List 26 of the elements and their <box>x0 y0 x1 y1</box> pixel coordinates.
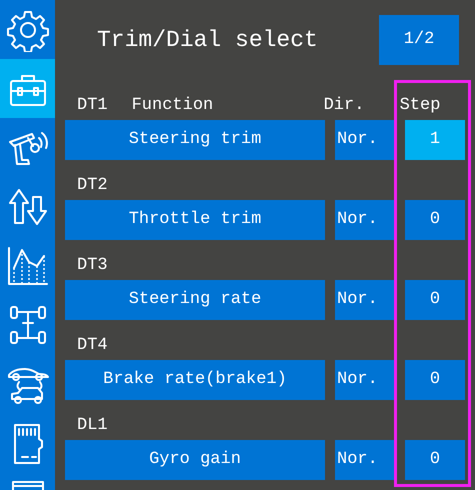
direction-field[interactable]: Nor. <box>335 200 395 240</box>
sidebar-item[interactable] <box>0 59 55 118</box>
step-field[interactable]: 0 <box>405 280 465 320</box>
channel-label: DT4 <box>77 337 108 354</box>
column-header: Function <box>132 97 214 114</box>
channel-label: DT1 <box>77 97 108 114</box>
step-field[interactable]: 1 <box>405 120 465 160</box>
step-field[interactable]: 0 <box>405 440 465 480</box>
direction-field[interactable]: Nor. <box>335 360 395 400</box>
column-header: Dir. <box>324 97 366 114</box>
screen-title: Trim/Dial select <box>96 28 319 52</box>
function-field[interactable]: Steering trim <box>65 120 325 160</box>
function-field[interactable]: Gyro gain <box>65 440 325 480</box>
function-field[interactable]: Throttle trim <box>65 200 325 240</box>
function-field[interactable]: Brake rate(brake1) <box>65 360 325 400</box>
page-button[interactable]: 1/2 <box>379 15 459 65</box>
channel-label: DT3 <box>77 257 108 274</box>
step-field[interactable]: 0 <box>405 360 465 400</box>
column-header: Step <box>400 97 440 114</box>
step-field[interactable]: 0 <box>405 200 465 240</box>
channel-label: DT2 <box>77 177 108 194</box>
function-field[interactable]: Steering rate <box>65 280 325 320</box>
direction-field[interactable]: Nor. <box>335 120 395 160</box>
channel-label: DL1 <box>77 417 108 434</box>
direction-field[interactable]: Nor. <box>335 440 395 480</box>
direction-field[interactable]: Nor. <box>335 280 395 320</box>
